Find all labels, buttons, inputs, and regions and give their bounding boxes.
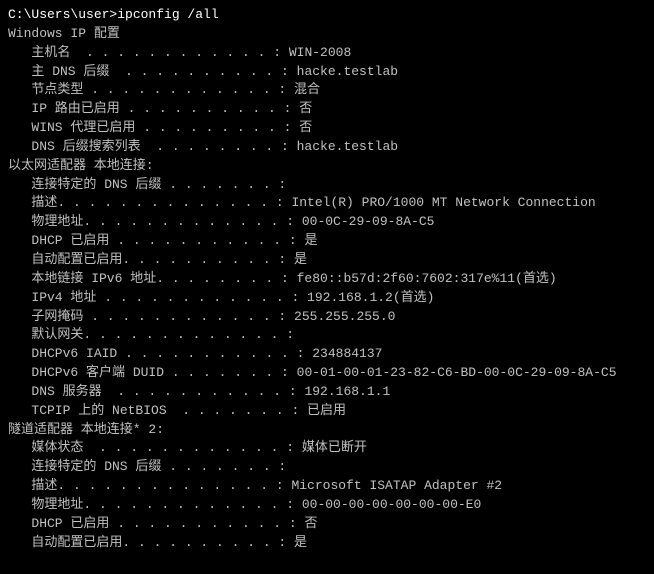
terminal-line: 物理地址. . . . . . . . . . . . . : 00-00-00… xyxy=(8,496,646,515)
terminal-line: 描述. . . . . . . . . . . . . . : Microsof… xyxy=(8,477,646,496)
terminal-line: IP 路由已启用 . . . . . . . . . . : 否 xyxy=(8,100,646,119)
terminal-line: DHCP 已启用 . . . . . . . . . . . : 是 xyxy=(8,232,646,251)
terminal-line: 物理地址. . . . . . . . . . . . . : 00-0C-29… xyxy=(8,213,646,232)
terminal-line: C:\Users\user>ipconfig /all xyxy=(8,6,646,25)
terminal-line: DHCPv6 客户端 DUID . . . . . . . : 00-01-00… xyxy=(8,364,646,383)
terminal-line: DNS 后缀搜索列表 . . . . . . . . : hacke.testl… xyxy=(8,138,646,157)
terminal-line: 隧道适配器 本地连接* 2: xyxy=(8,421,646,440)
terminal-line: DHCPv6 IAID . . . . . . . . . . . : 2348… xyxy=(8,345,646,364)
terminal-line: WINS 代理已启用 . . . . . . . . . : 否 xyxy=(8,119,646,138)
terminal-line: 自动配置已启用. . . . . . . . . . : 是 xyxy=(8,251,646,270)
terminal-line: 主 DNS 后缀 . . . . . . . . . . : hacke.tes… xyxy=(8,63,646,82)
terminal-line: DNS 服务器 . . . . . . . . . . . : 192.168.… xyxy=(8,383,646,402)
terminal-line: DHCP 已启用 . . . . . . . . . . . : 否 xyxy=(8,515,646,534)
terminal-line: 连接特定的 DNS 后缀 . . . . . . . : xyxy=(8,176,646,195)
terminal-line: 节点类型 . . . . . . . . . . . . : 混合 xyxy=(8,81,646,100)
terminal-line: 主机名 . . . . . . . . . . . . : WIN-2008 xyxy=(8,44,646,63)
terminal-line: 媒体状态 . . . . . . . . . . . . : 媒体已断开 xyxy=(8,439,646,458)
terminal-line: 本地链接 IPv6 地址. . . . . . . . : fe80::b57d… xyxy=(8,270,646,289)
terminal-line: 以太网适配器 本地连接: xyxy=(8,157,646,176)
terminal-window: C:\Users\user>ipconfig /allWindows IP 配置… xyxy=(0,0,654,574)
terminal-line: TCPIP 上的 NetBIOS . . . . . . . : 已启用 xyxy=(8,402,646,421)
terminal-line: 连接特定的 DNS 后缀 . . . . . . . : xyxy=(8,458,646,477)
terminal-line: 自动配置已启用. . . . . . . . . . : 是 xyxy=(8,534,646,553)
terminal-line: Windows IP 配置 xyxy=(8,25,646,44)
terminal-line: IPv4 地址 . . . . . . . . . . . . : 192.16… xyxy=(8,289,646,308)
terminal-line: 子网掩码 . . . . . . . . . . . . : 255.255.2… xyxy=(8,308,646,327)
terminal-line: 描述. . . . . . . . . . . . . . : Intel(R)… xyxy=(8,194,646,213)
terminal-line: 默认网关. . . . . . . . . . . . . : xyxy=(8,326,646,345)
